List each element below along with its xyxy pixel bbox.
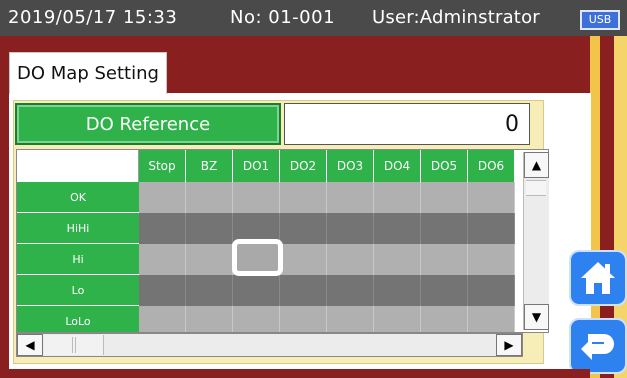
- grid-cell[interactable]: [280, 182, 327, 213]
- horizontal-scrollbar[interactable]: ◀ ▶: [16, 333, 523, 357]
- grid-cell[interactable]: [468, 306, 515, 332]
- row-header: HiHi: [17, 213, 139, 244]
- user-label: User:Adminstrator: [372, 7, 540, 28]
- grid-cell[interactable]: [327, 306, 374, 332]
- grid-cell[interactable]: [374, 244, 421, 275]
- grid-cell[interactable]: [468, 244, 515, 275]
- tab-do-map-setting[interactable]: DO Map Setting: [9, 52, 167, 94]
- grid-cell[interactable]: [374, 182, 421, 213]
- scroll-down-button[interactable]: ▼: [524, 304, 549, 330]
- grid-cell[interactable]: [468, 213, 515, 244]
- column-header: DO1: [233, 150, 280, 182]
- scroll-right-button[interactable]: ▶: [496, 334, 522, 356]
- grid-cell[interactable]: [421, 306, 468, 332]
- grid-cell[interactable]: [233, 182, 280, 213]
- grid-cells: [139, 182, 515, 332]
- grid-cell[interactable]: [421, 244, 468, 275]
- vertical-scroll-thumb[interactable]: [526, 180, 546, 196]
- row-header: Hi: [17, 244, 139, 275]
- usb-indicator: USB: [580, 10, 620, 30]
- grid-corner: [17, 150, 139, 182]
- grid-cell[interactable]: [186, 244, 233, 275]
- grid-cell[interactable]: [327, 244, 374, 275]
- grid-cell[interactable]: [280, 306, 327, 332]
- grid-cell[interactable]: [186, 306, 233, 332]
- grid-cell[interactable]: [139, 182, 186, 213]
- row-header: LoLo: [17, 306, 139, 332]
- home-button[interactable]: [569, 250, 627, 306]
- grid-cell[interactable]: [421, 182, 468, 213]
- up-arrow-icon: ▲: [531, 158, 542, 172]
- right-arrow-icon: ▶: [504, 338, 514, 352]
- column-header: DO4: [374, 150, 421, 182]
- grid-cell[interactable]: [327, 182, 374, 213]
- selected-cell-cursor[interactable]: [232, 239, 283, 276]
- status-bar: 2019/05/17 15:33 No: 01-001 User:Adminst…: [0, 0, 627, 36]
- grid-cell[interactable]: [139, 275, 186, 306]
- grid-cell[interactable]: [327, 213, 374, 244]
- grid-row: [139, 244, 515, 275]
- grid-cell[interactable]: [186, 275, 233, 306]
- do-map-grid: Stop BZ DO1 DO2 DO3 DO4 DO5 DO6 OK HiHi …: [16, 149, 549, 333]
- grid-cell[interactable]: [374, 275, 421, 306]
- down-arrow-icon: ▼: [531, 310, 542, 324]
- frame-bottom: [0, 369, 590, 378]
- row-header: OK: [17, 182, 139, 213]
- grid-cell[interactable]: [139, 213, 186, 244]
- grid-row: [139, 306, 515, 332]
- column-header: DO5: [421, 150, 468, 182]
- grid-cell[interactable]: [186, 182, 233, 213]
- grid-cell[interactable]: [374, 213, 421, 244]
- column-header: DO6: [468, 150, 515, 182]
- grid-cell[interactable]: [327, 275, 374, 306]
- grid-cell[interactable]: [468, 182, 515, 213]
- grid-cell[interactable]: [421, 213, 468, 244]
- do-reference-value[interactable]: 0: [284, 103, 530, 145]
- left-arrow-icon: ◀: [25, 338, 35, 352]
- grid-cell[interactable]: [186, 213, 233, 244]
- column-headers: Stop BZ DO1 DO2 DO3 DO4 DO5 DO6: [139, 150, 515, 182]
- grid-row: [139, 213, 515, 244]
- column-header: DO3: [327, 150, 374, 182]
- grid-row: [139, 275, 515, 306]
- grid-cell[interactable]: [421, 275, 468, 306]
- number-label: No: 01-001: [230, 7, 336, 28]
- do-reference-button[interactable]: DO Reference: [15, 103, 281, 145]
- column-header: Stop: [139, 150, 186, 182]
- grid-cell[interactable]: [280, 244, 327, 275]
- row-headers: OK HiHi Hi Lo LoLo: [17, 182, 139, 332]
- scroll-up-button[interactable]: ▲: [524, 152, 549, 178]
- grid-cell[interactable]: [139, 244, 186, 275]
- grid-cell[interactable]: [233, 306, 280, 332]
- grid-cell[interactable]: [280, 213, 327, 244]
- return-arrow-icon: [581, 334, 614, 360]
- back-button[interactable]: [569, 318, 627, 374]
- vertical-scrollbar[interactable]: ▲ ▼: [523, 152, 549, 330]
- column-header: BZ: [186, 150, 233, 182]
- grid-cell[interactable]: [233, 275, 280, 306]
- home-icon: [581, 262, 615, 294]
- horizontal-scroll-thumb[interactable]: [44, 335, 104, 355]
- grid-row: [139, 182, 515, 213]
- row-header: Lo: [17, 275, 139, 306]
- grid-cell[interactable]: [280, 275, 327, 306]
- column-header: DO2: [280, 150, 327, 182]
- grid-cell[interactable]: [374, 306, 421, 332]
- grid-cell[interactable]: [468, 275, 515, 306]
- datetime-label: 2019/05/17 15:33: [8, 7, 178, 28]
- grid-cell[interactable]: [139, 306, 186, 332]
- scroll-left-button[interactable]: ◀: [17, 334, 43, 356]
